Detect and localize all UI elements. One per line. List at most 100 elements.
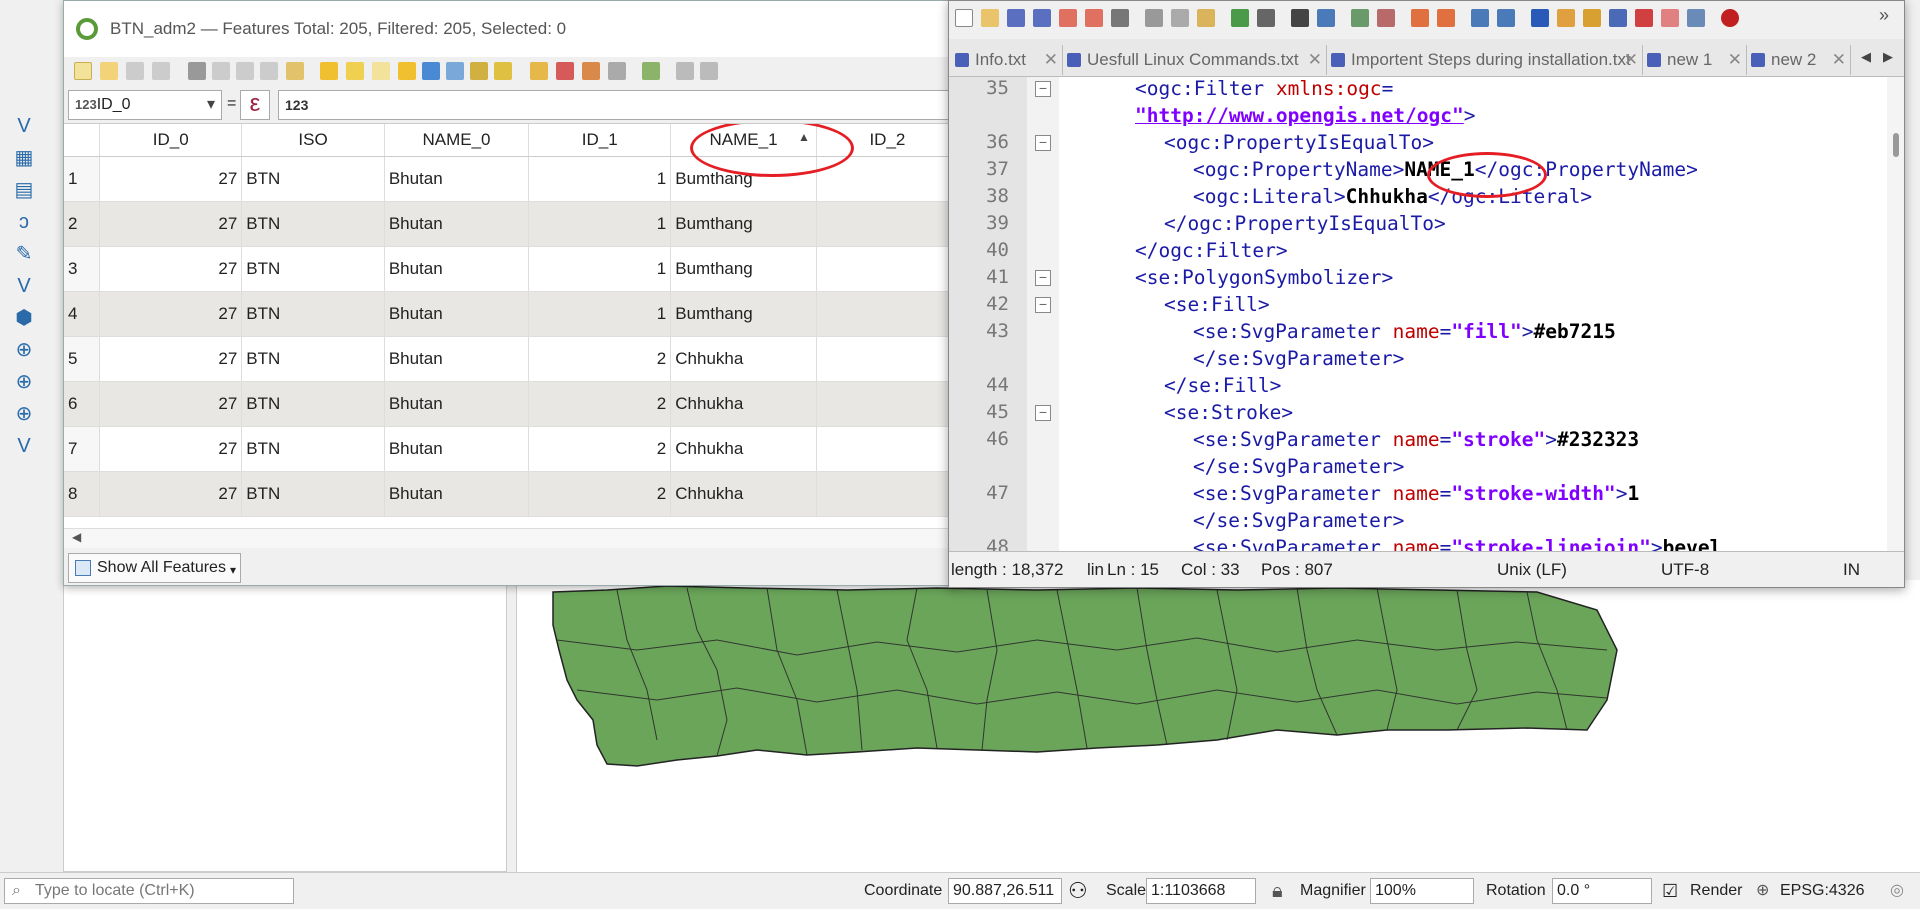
add-wcs-icon[interactable]: ⊕ <box>8 368 40 396</box>
select-all-icon[interactable] <box>346 62 364 80</box>
eol-status[interactable]: Unix (LF) <box>1497 552 1567 588</box>
column-header[interactable]: ISO <box>241 124 385 157</box>
table-cell[interactable]: Bumthang <box>670 291 817 337</box>
cut-icon[interactable] <box>236 62 254 80</box>
attribute-grid[interactable]: ID_0 ISO NAME_0 ID_1 NAME_1 ▲ ID_2 1 27 BTN… <box>64 123 959 528</box>
coordinate-field[interactable]: 90.887,26.511 <box>948 878 1062 904</box>
encoding-status[interactable]: UTF-8 <box>1661 552 1709 588</box>
table-row[interactable]: 7 27 BTN Bhutan 2 Chhukha <box>64 426 959 472</box>
show-all-chars-icon[interactable] <box>1497 9 1515 27</box>
table-cell[interactable]: Bumthang <box>670 246 817 292</box>
table-cell[interactable]: BTN <box>241 291 385 337</box>
row-number[interactable]: 4 <box>64 291 101 337</box>
sync-horizontal-icon[interactable] <box>1437 9 1455 27</box>
copy-icon[interactable] <box>1171 9 1189 27</box>
fold-toggle-icon[interactable]: − <box>1035 135 1051 151</box>
delete-feature-icon[interactable] <box>212 62 230 80</box>
show-all-features-button[interactable]: Show All Features ▾ <box>68 553 241 583</box>
table-cell[interactable]: Bhutan <box>384 381 530 427</box>
sync-vertical-icon[interactable] <box>1411 9 1429 27</box>
table-cell[interactable]: 1 <box>528 201 672 247</box>
table-row[interactable]: 2 27 BTN Bhutan 1 Bumthang <box>64 201 959 247</box>
paste-icon[interactable] <box>1197 9 1215 27</box>
field-calculator-icon[interactable] <box>582 62 600 80</box>
expression-builder-button[interactable]: ε <box>240 90 270 120</box>
table-cell[interactable] <box>816 291 959 337</box>
table-cell[interactable]: BTN <box>241 156 385 202</box>
table-cell[interactable]: Bhutan <box>384 201 530 247</box>
table-cell[interactable]: Bhutan <box>384 336 530 382</box>
row-number[interactable]: 5 <box>64 336 101 382</box>
table-cell[interactable]: Bumthang <box>670 201 817 247</box>
add-mesh-layer-icon[interactable]: ▤ <box>8 176 40 204</box>
print-icon[interactable] <box>1111 9 1129 27</box>
new-layer-icon[interactable]: V <box>8 432 40 460</box>
open-file-icon[interactable] <box>981 9 999 27</box>
function-list-icon[interactable] <box>1635 9 1653 27</box>
corner-header[interactable] <box>64 124 101 157</box>
fold-toggle-icon[interactable]: − <box>1035 405 1051 421</box>
table-cell[interactable]: Bhutan <box>384 426 530 472</box>
folder-workspace-icon[interactable] <box>1661 9 1679 27</box>
column-header[interactable]: NAME_0 <box>384 124 530 157</box>
select-by-expression-icon[interactable] <box>320 62 338 80</box>
locate-input[interactable]: Type to locate (Ctrl+K) <box>4 878 294 904</box>
table-cell[interactable] <box>816 471 959 517</box>
table-cell[interactable]: 2 <box>528 426 672 472</box>
code-text-area[interactable]: <ogc:Filter xmlns:ogc= "http://www.openg… <box>1059 77 1904 551</box>
table-cell[interactable]: Chhukha <box>670 471 817 517</box>
close-tab-icon[interactable]: ✕ <box>1624 45 1638 75</box>
delete-field-icon[interactable] <box>556 62 574 80</box>
find-icon[interactable] <box>1291 9 1309 27</box>
conditional-formatting-icon[interactable] <box>608 62 626 80</box>
messages-icon[interactable]: ◎ <box>1890 873 1904 909</box>
add-raster-layer-icon[interactable]: ▦ <box>8 144 40 172</box>
reload-icon[interactable] <box>152 62 170 80</box>
row-number[interactable]: 7 <box>64 426 101 472</box>
scroll-left-icon[interactable]: ◀ <box>72 530 81 544</box>
dock-icon[interactable] <box>676 62 694 80</box>
table-row[interactable]: 4 27 BTN Bhutan 1 Bumthang <box>64 291 959 337</box>
deselect-icon[interactable] <box>398 62 416 80</box>
scale-select[interactable]: 1:1103668 <box>1146 878 1256 904</box>
table-row[interactable]: 8 27 BTN Bhutan 2 Chhukha <box>64 471 959 517</box>
code-editor[interactable]: 35 36 37 38 39 40 41 42 43 44 45 46 47 4… <box>949 77 1904 551</box>
copy-icon[interactable] <box>260 62 278 80</box>
crs-button[interactable]: EPSG:4326 <box>1780 873 1865 909</box>
table-cell[interactable]: 27 <box>99 246 243 292</box>
render-checkbox[interactable]: ☑ <box>1662 873 1678 909</box>
pan-to-selected-icon[interactable] <box>470 62 488 80</box>
new-file-icon[interactable] <box>955 9 973 27</box>
zoom-to-selected-icon[interactable] <box>494 62 512 80</box>
table-cell[interactable]: 1 <box>528 291 672 337</box>
table-cell[interactable] <box>816 201 959 247</box>
table-cell[interactable]: 2 <box>528 336 672 382</box>
redo-icon[interactable] <box>1257 9 1275 27</box>
new-field-icon[interactable] <box>530 62 548 80</box>
table-cell[interactable]: BTN <box>241 426 385 472</box>
add-feature-icon[interactable] <box>188 62 206 80</box>
table-cell[interactable]: BTN <box>241 336 385 382</box>
rotation-field[interactable]: 0.0 ° <box>1552 878 1652 904</box>
table-cell[interactable]: 27 <box>99 471 243 517</box>
magnifier-field[interactable]: 100% <box>1370 878 1474 904</box>
tab-scroll-left-icon[interactable]: ◀ <box>1861 49 1871 65</box>
tab-new-2[interactable]: new 2 ✕ <box>1747 45 1851 75</box>
tab-info[interactable]: Info.txt ✕ <box>951 45 1063 75</box>
table-cell[interactable]: 1 <box>528 156 672 202</box>
tab-scroll-right-icon[interactable]: ▶ <box>1883 49 1893 65</box>
table-cell[interactable]: Chhukha <box>670 381 817 427</box>
filter-value-input[interactable]: 123 <box>278 90 958 120</box>
cut-icon[interactable] <box>1145 9 1163 27</box>
add-delimited-text-icon[interactable]: ↄ <box>8 208 40 236</box>
field-select[interactable]: 123ID_0 ▾ <box>68 90 222 120</box>
add-vector-layer-icon[interactable]: V <box>8 112 40 140</box>
record-macro-icon[interactable] <box>1721 9 1739 27</box>
table-cell[interactable]: BTN <box>241 471 385 517</box>
add-postgis-icon[interactable]: ⬢ <box>8 304 40 332</box>
multi-edit-icon[interactable] <box>100 62 118 80</box>
table-cell[interactable]: Bhutan <box>384 471 530 517</box>
row-number[interactable]: 3 <box>64 246 101 292</box>
table-cell[interactable]: 27 <box>99 336 243 382</box>
table-cell[interactable]: 2 <box>528 381 672 427</box>
